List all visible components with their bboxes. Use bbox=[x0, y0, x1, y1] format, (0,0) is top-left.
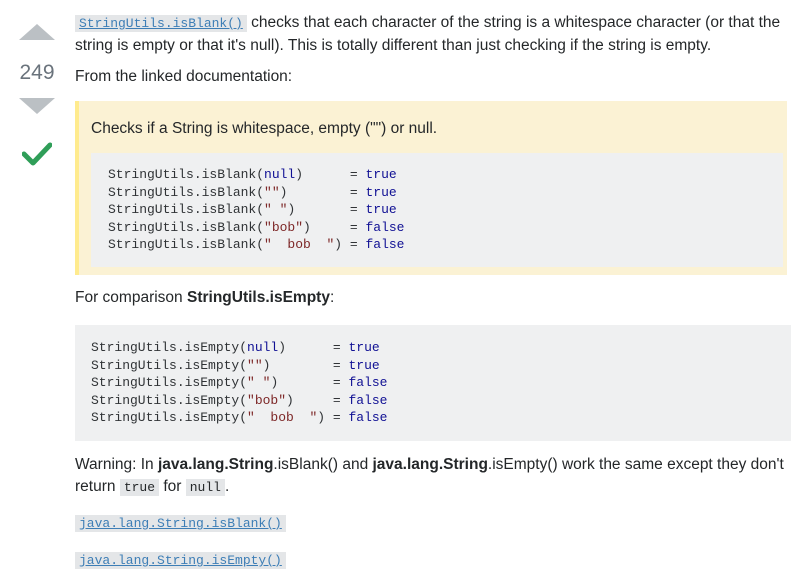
code-arg: "bob" bbox=[264, 219, 304, 235]
isblank-code-line: StringUtils.isBlank(" ") = true bbox=[108, 201, 404, 219]
isblank-code-line: StringUtils.isBlank("") = true bbox=[108, 184, 404, 202]
code-result: true bbox=[365, 184, 397, 200]
code-equals: = bbox=[332, 375, 349, 390]
comparison-suffix: : bbox=[329, 289, 335, 306]
intro-paragraph: StringUtils.isBlank() checks that each c… bbox=[75, 12, 791, 57]
isempty-link-wrapper: java.lang.String.isEmpty() bbox=[75, 549, 286, 572]
code-arg: " bob " bbox=[264, 237, 335, 252]
code-equals: = bbox=[332, 357, 349, 373]
code-close: ) bbox=[270, 375, 333, 390]
code-result: false bbox=[365, 219, 405, 235]
warning-text-5: . bbox=[224, 478, 230, 495]
comparison-bold: StringUtils.isEmpty bbox=[186, 289, 330, 306]
code-arg: "bob" bbox=[247, 392, 287, 408]
isblank-code-lines: StringUtils.isBlank(null) = true StringUt… bbox=[108, 166, 404, 254]
isempty-code-line: StringUtils.isEmpty(" bob ") = false bbox=[91, 409, 387, 427]
code-result: true bbox=[348, 340, 380, 355]
isblank-code-line: StringUtils.isBlank(" bob ") = false bbox=[108, 236, 404, 254]
vote-count: 249 bbox=[19, 61, 55, 84]
code-call: StringUtils.isEmpty( bbox=[91, 392, 248, 408]
code-equals: = bbox=[349, 237, 366, 252]
code-call: StringUtils.isBlank( bbox=[108, 237, 265, 252]
isempty-code-line: StringUtils.isEmpty(null) = true bbox=[91, 339, 387, 357]
code-call: StringUtils.isEmpty( bbox=[91, 357, 248, 373]
isblank-code-line: StringUtils.isBlank("bob") = false bbox=[108, 219, 404, 237]
isempty-code-line: StringUtils.isEmpty("bob") = false bbox=[91, 392, 387, 410]
code-equals: = bbox=[349, 219, 366, 235]
linked-doc-text: From the linked documentation: bbox=[75, 68, 293, 85]
code-arg: " " bbox=[247, 375, 271, 390]
code-close: ) bbox=[317, 410, 333, 425]
warning-paragraph: Warning: In java.lang.String.isBlank() a… bbox=[75, 454, 791, 499]
code-arg: " " bbox=[264, 202, 288, 217]
java-isblank-link[interactable]: java.lang.String.isBlank() bbox=[75, 515, 286, 532]
isblank-code-line: StringUtils.isBlank(null) = true bbox=[108, 166, 404, 184]
isempty-code-block: StringUtils.isEmpty(null) = true StringUt… bbox=[75, 325, 791, 441]
code-equals: = bbox=[332, 410, 349, 425]
code-equals: = bbox=[349, 202, 366, 217]
code-call: StringUtils.isEmpty( bbox=[91, 410, 248, 425]
upvote-arrow-icon[interactable] bbox=[19, 24, 55, 40]
isempty-code-line: StringUtils.isEmpty(" ") = false bbox=[91, 374, 387, 392]
isblank-doc-link[interactable]: StringUtils.isBlank() bbox=[75, 15, 247, 32]
code-result: false bbox=[348, 392, 388, 408]
code-result: true bbox=[348, 357, 380, 373]
code-close: ) bbox=[287, 202, 350, 217]
code-arg: "" bbox=[264, 184, 280, 200]
code-call: StringUtils.isBlank( bbox=[108, 219, 265, 235]
java-isempty-link[interactable]: java.lang.String.isEmpty() bbox=[75, 552, 286, 569]
code-close: ) bbox=[278, 340, 333, 355]
comparison-text: For comparison StringUtils.isEmpty: bbox=[75, 287, 334, 309]
warning-text-1: Warning: In bbox=[75, 456, 158, 473]
isempty-code-line: StringUtils.isEmpty("") = true bbox=[91, 357, 387, 375]
code-call: StringUtils.isBlank( bbox=[108, 167, 265, 182]
code-close: ) bbox=[334, 237, 350, 252]
code-result: false bbox=[365, 237, 405, 252]
isempty-code-lines: StringUtils.isEmpty(null) = true StringUt… bbox=[91, 339, 387, 427]
code-call: StringUtils.isEmpty( bbox=[91, 340, 248, 355]
code-result: false bbox=[348, 410, 388, 425]
isblank-code-block: StringUtils.isBlank(null) = true StringUt… bbox=[91, 153, 783, 267]
code-equals: = bbox=[349, 184, 366, 200]
code-call: StringUtils.isEmpty( bbox=[91, 375, 248, 390]
quote-text: Checks if a String is whitespace, empty … bbox=[91, 120, 438, 137]
warning-code-true: true bbox=[119, 479, 160, 496]
code-result: true bbox=[365, 202, 397, 217]
warning-code-null: null bbox=[185, 479, 225, 496]
code-close: ) bbox=[295, 167, 350, 182]
accepted-checkmark-icon bbox=[22, 142, 52, 166]
warning-bold-2: java.lang.String bbox=[372, 456, 488, 473]
code-result: false bbox=[348, 375, 388, 390]
code-result: true bbox=[365, 167, 397, 182]
code-arg: "" bbox=[247, 357, 263, 373]
comparison-prefix: For comparison bbox=[75, 289, 187, 306]
code-equals: = bbox=[349, 167, 366, 182]
code-arg: " bob " bbox=[247, 410, 318, 425]
code-call: StringUtils.isBlank( bbox=[108, 202, 265, 217]
code-equals: = bbox=[332, 340, 349, 355]
isblank-link-wrapper: java.lang.String.isBlank() bbox=[75, 512, 286, 535]
code-arg: null bbox=[264, 167, 296, 182]
downvote-arrow-icon[interactable] bbox=[19, 98, 55, 114]
code-equals: = bbox=[332, 392, 349, 408]
code-close: ) bbox=[286, 392, 333, 408]
warning-text-2: .isBlank() and bbox=[273, 456, 373, 473]
warning-bold-1: java.lang.String bbox=[158, 456, 274, 473]
documentation-blockquote: Checks if a String is whitespace, empty … bbox=[75, 101, 787, 275]
code-close: ) bbox=[303, 219, 350, 235]
code-call: StringUtils.isBlank( bbox=[108, 184, 265, 200]
warning-text-4: for bbox=[159, 478, 186, 495]
code-arg: null bbox=[247, 340, 279, 355]
code-close: ) bbox=[262, 357, 333, 373]
code-close: ) bbox=[279, 184, 350, 200]
